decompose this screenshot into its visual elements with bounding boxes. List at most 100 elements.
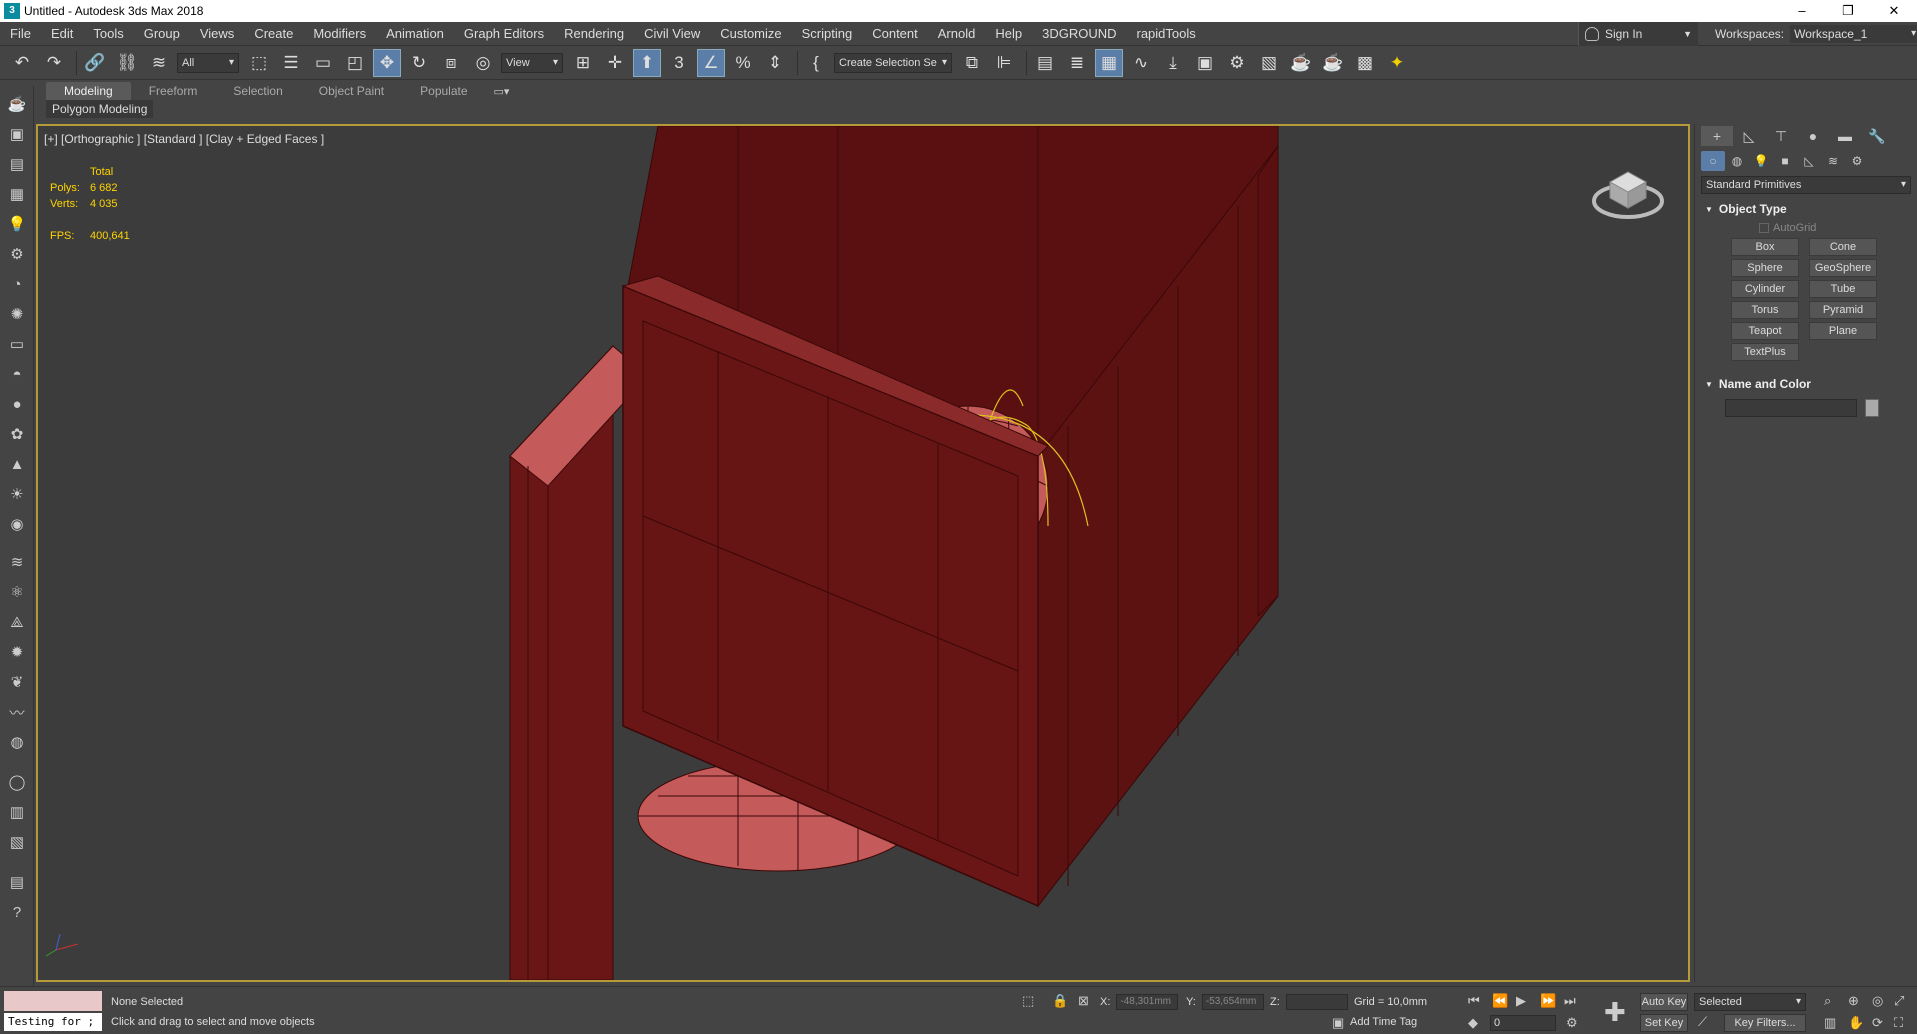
tab-populate[interactable]: Populate [402, 82, 485, 100]
undo-icon[interactable]: ↶ [8, 49, 36, 77]
lock-icon[interactable]: 🔒 [1052, 993, 1068, 1009]
render-production-icon[interactable]: ☕ [1287, 49, 1315, 77]
primitive-type-dropdown[interactable]: Standard Primitives [1701, 176, 1911, 194]
shapes-icon[interactable]: ◍ [1725, 151, 1749, 171]
key-selection-dropdown[interactable]: Selected [1694, 993, 1806, 1011]
camera-icon[interactable]: ⚙ [7, 244, 27, 264]
menu-tools[interactable]: Tools [83, 26, 133, 41]
add-time-tag[interactable]: Add Time Tag [1350, 1016, 1417, 1028]
set-keys-icon[interactable]: ✚ [1604, 997, 1626, 1028]
minimize-icon[interactable]: – [1779, 0, 1825, 22]
grass-icon[interactable]: ❦ [7, 672, 27, 692]
named-selection-dropdown[interactable]: Create Selection Se [834, 52, 952, 73]
angle-snap-icon[interactable]: ∠ [697, 48, 725, 77]
pan-icon[interactable]: ✋ [1848, 1015, 1864, 1031]
menu-content[interactable]: Content [862, 26, 928, 41]
spacewarps-icon[interactable]: ≋ [1821, 151, 1845, 171]
pivot-center-icon[interactable]: ⊞ [569, 49, 597, 77]
plugin-star-icon[interactable]: ✦ [1383, 49, 1411, 77]
cameras-icon[interactable]: ■ [1773, 151, 1797, 171]
object-name-field[interactable] [1725, 399, 1857, 417]
rectangular-selection-icon[interactable]: ▭ [309, 49, 337, 77]
cone-icon[interactable]: ▲ [7, 454, 27, 474]
sun-icon[interactable]: ☀ [7, 484, 27, 504]
menu-modifiers[interactable]: Modifiers [303, 26, 376, 41]
tab-selection[interactable]: Selection [215, 82, 300, 100]
select-by-name-icon[interactable]: ☰ [277, 49, 305, 77]
shell-icon[interactable]: ✿ [7, 424, 27, 444]
set-key-button[interactable]: Set Key [1640, 1014, 1688, 1032]
go-to-start-icon[interactable]: ⏮ [1468, 993, 1480, 1009]
tab-freeform[interactable]: Freeform [131, 82, 216, 100]
workspace-dropdown[interactable]: Workspace_1 [1790, 25, 1917, 43]
keyboard-shortcut-override-icon[interactable]: ⬆ [633, 48, 661, 77]
current-frame-field[interactable]: 0 [1490, 1015, 1556, 1031]
z-field[interactable] [1285, 994, 1348, 1010]
close-icon[interactable]: ✕ [1871, 0, 1917, 22]
object-type-rollout[interactable]: ▼ Object Type [1701, 200, 1911, 218]
auto-key-button[interactable]: Auto Key [1640, 993, 1688, 1011]
tab-object-paint[interactable]: Object Paint [301, 82, 402, 100]
zoom-all-icon[interactable]: ⊕ [1848, 993, 1859, 1009]
link-icon[interactable]: 🔗 [81, 49, 109, 77]
viewport-label[interactable]: [+] [Orthographic ] [Standard ] [Clay + … [44, 132, 324, 146]
light-icon[interactable]: 💡 [7, 214, 27, 234]
select-manipulate-icon[interactable]: ✛ [601, 49, 629, 77]
document-icon[interactable]: ▤ [7, 872, 27, 892]
ribbon-toggle-icon[interactable]: ▦ [1095, 48, 1123, 77]
ribbon-panel-polygon-modeling[interactable]: Polygon Modeling [46, 100, 154, 118]
snaps-toggle-icon[interactable]: 3 [665, 49, 693, 77]
curve-editor-icon[interactable]: ∿ [1127, 49, 1155, 77]
geometry-icon[interactable]: ○ [1701, 151, 1725, 171]
hair-icon[interactable]: 〰 [7, 702, 27, 722]
zoom-extents-all-icon[interactable]: ⤢ [1894, 993, 1904, 1009]
reflect-sphere-icon[interactable]: ◯ [7, 772, 27, 792]
script-icon[interactable]: ▧ [7, 832, 27, 852]
render-iterative-icon[interactable]: ☕ [1319, 49, 1347, 77]
select-and-scale-icon[interactable]: ⧈ [437, 49, 465, 77]
edit-named-selection-icon[interactable]: { [802, 49, 830, 77]
material-editor-icon[interactable]: ▣ [1191, 49, 1219, 77]
cone-button[interactable]: Cone [1809, 238, 1877, 256]
geosphere-button[interactable]: GeoSphere [1809, 259, 1877, 277]
zoom-icon[interactable]: ⌕ [1824, 993, 1831, 1009]
select-and-move-icon[interactable]: ✥ [373, 48, 401, 77]
bind-spacewarp-icon[interactable]: ≋ [145, 49, 173, 77]
select-and-rotate-icon[interactable]: ↻ [405, 49, 433, 77]
render-grid-icon[interactable]: ▩ [1351, 49, 1379, 77]
select-object-icon[interactable]: ⬚ [245, 49, 273, 77]
helper-icon[interactable]: ◔ [7, 274, 27, 294]
menu-create[interactable]: Create [244, 26, 303, 41]
name-and-color-rollout[interactable]: ▼ Name and Color [1701, 375, 1911, 393]
key-mode-icon[interactable]: ◆ [1468, 1015, 1478, 1031]
box-icon[interactable]: ▭ [7, 334, 27, 354]
window-crossing-icon[interactable]: ◰ [341, 49, 369, 77]
material-ball-icon[interactable]: ◉ [7, 514, 27, 534]
play-icon[interactable]: ▶ [1516, 993, 1526, 1009]
motion-tab-icon[interactable]: ● [1797, 126, 1829, 146]
redo-icon[interactable]: ↷ [40, 49, 68, 77]
menu-views[interactable]: Views [190, 26, 244, 41]
cylinder-button[interactable]: Cylinder [1731, 280, 1799, 298]
isolate-selection-icon[interactable]: ⬚ [1022, 993, 1034, 1009]
render-icon[interactable]: ▣ [7, 124, 27, 144]
spinner-snap-icon[interactable]: ⇕ [761, 49, 789, 77]
go-to-end-icon[interactable]: ⏭ [1564, 993, 1576, 1009]
layer-icon[interactable]: ▤ [7, 154, 27, 174]
hemisphere-icon[interactable]: ◓ [7, 364, 27, 384]
zoom-extents-icon[interactable]: ◎ [1872, 993, 1883, 1009]
utilities-tab-icon[interactable]: 🔧 [1861, 126, 1893, 146]
scaffold-icon[interactable]: ⟁ [7, 612, 27, 632]
schematic-view-icon[interactable]: ⤓ [1159, 49, 1187, 77]
object-color-swatch[interactable] [1865, 399, 1879, 417]
globe-icon[interactable]: ✹ [7, 642, 27, 662]
menu-rendering[interactable]: Rendering [554, 26, 634, 41]
calculator-icon[interactable]: ▦ [7, 184, 27, 204]
field-of-view-icon[interactable]: ▥ [1824, 1015, 1836, 1031]
absolute-mode-icon[interactable]: ⊠ [1078, 993, 1089, 1009]
viewport[interactable]: [+] [Orthographic ] [Standard ] [Clay + … [36, 124, 1690, 982]
helpers-icon[interactable]: ◺ [1797, 151, 1821, 171]
rendered-frame-window-icon[interactable]: ▧ [1255, 49, 1283, 77]
sign-in-button[interactable]: Sign In ▼ [1578, 22, 1698, 46]
scene-explorer-icon[interactable]: ▤ [1031, 49, 1059, 77]
